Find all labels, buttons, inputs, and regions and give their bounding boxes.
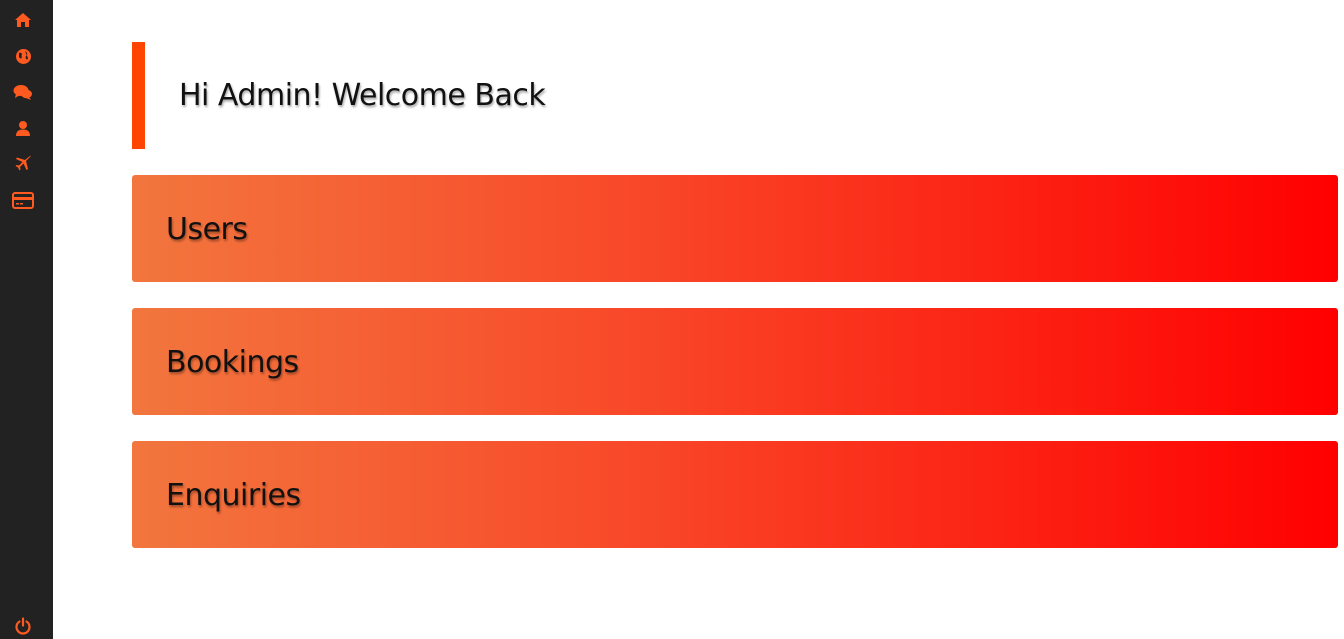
- main-content: Hi Admin! Welcome Back Users Bookings En…: [53, 0, 1344, 639]
- bookings-card[interactable]: Bookings: [132, 308, 1338, 415]
- home-icon[interactable]: [12, 9, 34, 31]
- users-card[interactable]: Users: [132, 175, 1338, 282]
- enquiries-card[interactable]: Enquiries: [132, 441, 1338, 548]
- welcome-heading: Hi Admin! Welcome Back: [179, 78, 546, 113]
- power-icon[interactable]: [12, 615, 34, 637]
- enquiries-card-label: Enquiries: [166, 478, 301, 513]
- globe-icon[interactable]: [12, 45, 34, 67]
- sidebar: [0, 0, 53, 639]
- user-icon[interactable]: [12, 117, 34, 139]
- users-card-label: Users: [166, 212, 248, 247]
- credit-card-icon[interactable]: [12, 189, 34, 211]
- plane-icon[interactable]: [12, 152, 34, 174]
- welcome-banner: Hi Admin! Welcome Back: [132, 42, 732, 149]
- comments-icon[interactable]: [12, 81, 34, 103]
- bookings-card-label: Bookings: [166, 345, 299, 380]
